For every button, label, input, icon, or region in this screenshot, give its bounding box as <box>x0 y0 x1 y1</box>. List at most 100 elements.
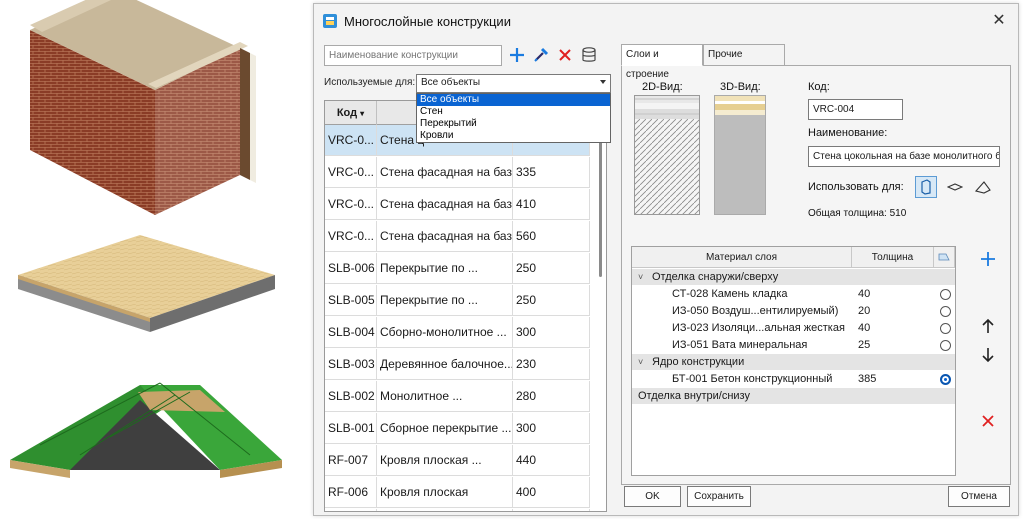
table-cell-code: SLB-003 <box>325 349 377 380</box>
plus-icon <box>510 48 524 62</box>
use-for-slabs-toggle[interactable] <box>944 176 966 198</box>
total-thickness-label: Общая толщина: 510 <box>808 208 907 219</box>
red-x-icon <box>982 415 994 427</box>
slab-icon <box>947 183 963 191</box>
delete-construction-button[interactable] <box>554 44 576 66</box>
table-cell-value: 440 <box>513 445 590 476</box>
table-row[interactable]: SLB-005 Перекрытие по ... 250 <box>325 285 590 316</box>
layer-group-header[interactable]: Отделка внутри/снизу <box>632 388 955 404</box>
core-layer-radio[interactable] <box>940 289 951 300</box>
table-cell-name: Монолитное ... <box>377 381 513 412</box>
used-for-option[interactable]: Все объекты <box>417 94 610 106</box>
table-cell-name: Стена фасадная на баз... <box>377 157 513 188</box>
save-button[interactable]: Сохранить <box>687 486 751 507</box>
name-label: Наименование: <box>808 127 888 139</box>
table-cell-code: VRC-0... <box>325 157 377 188</box>
layer-row[interactable]: БТ-001 Бетон конструкционный 385 <box>632 371 955 388</box>
table-cell-value: 280 <box>513 381 590 412</box>
plus-icon <box>981 252 995 266</box>
table-cell-name: Деревянное балочное... <box>377 349 513 380</box>
add-layer-button[interactable] <box>978 249 998 269</box>
layer-material: ИЗ-051 Вата минеральная <box>672 339 808 351</box>
table-cell-value: 300 <box>513 317 590 348</box>
construction-name-search-input[interactable] <box>324 45 502 66</box>
layer-thickness: 385 <box>858 373 877 385</box>
layer-row[interactable]: ИЗ-023 Изоляци...альная жесткая 40 <box>632 320 955 337</box>
arrow-down-icon <box>982 348 994 363</box>
core-layer-radio[interactable] <box>940 323 951 334</box>
table-cell-code: VRC-0... <box>325 189 377 220</box>
table-row[interactable]: SLB-004 Сборно-монолитное ... 300 <box>325 317 590 348</box>
table-cell-value: 250 <box>513 285 590 316</box>
column-header-code[interactable]: Код ▾ <box>325 101 377 125</box>
table-row[interactable]: SLB-003 Деревянное балочное... 230 <box>325 349 590 380</box>
table-row[interactable]: RF-005Кровля скатная ...320 <box>325 509 590 511</box>
use-for-roofs-toggle[interactable] <box>972 176 994 198</box>
table-scrollbar[interactable] <box>599 127 602 277</box>
code-field[interactable]: VRC-004 <box>808 99 903 120</box>
table-row[interactable]: SLB-006 Перекрытие по ... 250 <box>325 253 590 284</box>
layer-row[interactable]: ИЗ-050 Воздуш...ентилируемый) 20 <box>632 303 955 320</box>
core-layer-radio[interactable] <box>940 340 951 351</box>
delete-layer-button[interactable] <box>978 411 998 431</box>
table-row[interactable]: SLB-001 Сборное перекрытие ... 300 <box>325 413 590 444</box>
table-cell-name: Стена фасадная на баз... <box>377 221 513 252</box>
database-button[interactable] <box>578 44 600 66</box>
table-row[interactable]: VRC-0... Стена фасадная на баз... 560 <box>325 221 590 252</box>
multilayer-constructions-dialog: Многослойные конструкции ✕ Используемые … <box>313 3 1019 516</box>
add-construction-button[interactable] <box>506 44 528 66</box>
used-for-option[interactable]: Кровли <box>417 130 610 142</box>
table-cell-value: 300 <box>513 413 590 444</box>
view-3d-label: 3D-Вид: <box>720 81 761 93</box>
core-layer-radio[interactable] <box>940 306 951 317</box>
table-row[interactable]: SLB-002 Монолитное ... 280 <box>325 381 590 412</box>
layer-material: СТ-028 Камень кладка <box>672 288 788 300</box>
column-header-layer-thickness[interactable]: Толщина <box>852 247 934 268</box>
table-cell-code: RF-006 <box>325 477 377 508</box>
move-layer-down-button[interactable] <box>978 345 998 365</box>
table-row[interactable]: RF-006 Кровля плоская 400 <box>325 477 590 508</box>
layer-group-header[interactable]: ˅ Ядро конструкции <box>632 354 955 370</box>
move-layer-up-button[interactable] <box>978 316 998 336</box>
core-layer-radio[interactable] <box>940 374 951 385</box>
arrow-up-icon <box>982 318 994 333</box>
layer-group-name: Ядро конструкции <box>652 356 745 368</box>
layer-thickness: 25 <box>858 339 871 351</box>
tab-layers-structure[interactable]: Слои и строение <box>621 44 703 80</box>
layer-row[interactable]: ИЗ-051 Вата минеральная 25 <box>632 337 955 354</box>
used-for-option[interactable]: Стен <box>417 106 610 118</box>
wall-icon <box>921 179 931 195</box>
table-cell-name: Перекрытие по ... <box>377 253 513 284</box>
red-x-icon <box>559 49 571 61</box>
chevron-down-icon[interactable]: ˅ <box>638 354 652 370</box>
construction-illustrations <box>10 0 282 478</box>
layers-tab-content: 2D-Вид: 3D-Вид: Код: VRC-004 Наименовани… <box>621 65 1011 485</box>
dialog-title: Многослойные конструкции <box>344 14 511 29</box>
title-bar: Многослойные конструкции ✕ <box>314 4 1018 38</box>
used-for-option[interactable]: Перекрытий <box>417 118 610 130</box>
tab-other-properties[interactable]: Прочие свойства <box>703 44 785 80</box>
pick-construction-button[interactable] <box>530 44 552 66</box>
used-for-select[interactable]: Все объекты <box>416 74 611 93</box>
table-cell-code: SLB-006 <box>325 253 377 284</box>
table-cell-name: Кровля плоская ... <box>377 445 513 476</box>
layer-material: ИЗ-023 Изоляци...альная жесткая <box>672 322 845 334</box>
use-for-walls-toggle[interactable] <box>915 176 937 198</box>
used-for-selected-value: Все объекты <box>421 77 481 88</box>
layer-group-header[interactable]: ˅ Отделка снаружи/сверху <box>632 269 955 285</box>
column-header-material[interactable]: Материал слоя <box>632 247 852 268</box>
table-cell-value: 560 <box>513 221 590 252</box>
table-row[interactable]: VRC-0... Стена фасадная на баз... 335 <box>325 157 590 188</box>
table-cell-value: 230 <box>513 349 590 380</box>
name-field[interactable]: Стена цокольная на базе монолитного бет <box>808 146 1000 167</box>
chevron-down-icon[interactable]: ˅ <box>638 269 652 285</box>
layer-row[interactable]: СТ-028 Камень кладка 40 <box>632 286 955 303</box>
table-row[interactable]: VRC-0... Стена фасадная на баз... 410 <box>325 189 590 220</box>
ok-button[interactable]: OK <box>624 486 681 507</box>
column-header-core[interactable] <box>934 247 955 268</box>
close-button[interactable]: ✕ <box>988 10 1010 32</box>
cancel-button[interactable]: Отмена <box>948 486 1010 507</box>
table-cell-code: VRC-0... <box>325 125 377 156</box>
table-row[interactable]: RF-007 Кровля плоская ... 440 <box>325 445 590 476</box>
layer-group-name: Отделка снаружи/сверху <box>652 271 779 283</box>
